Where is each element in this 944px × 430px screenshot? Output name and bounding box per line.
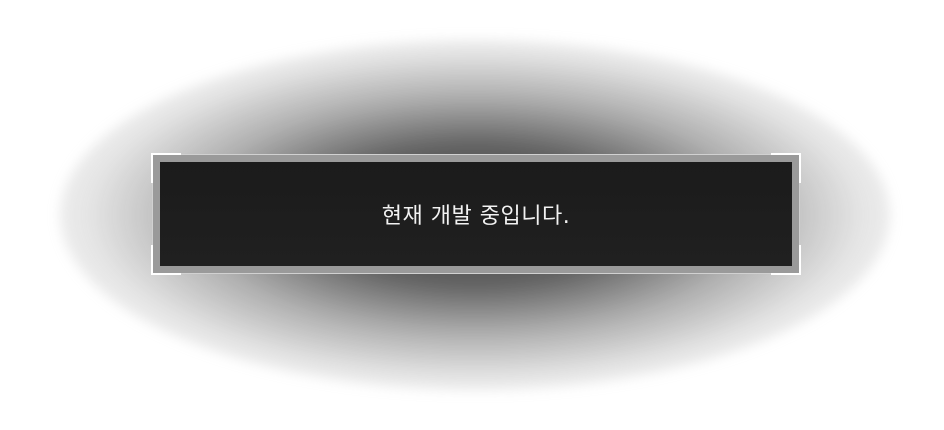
notice-dialog: 현재 개발 중입니다. (151, 153, 801, 275)
corner-bracket-top-right (771, 153, 801, 183)
corner-bracket-bottom-left (151, 245, 181, 275)
corner-bracket-bottom-right (771, 245, 801, 275)
dialog-message: 현재 개발 중입니다. (381, 204, 571, 229)
modal-overlay: 현재 개발 중입니다. (0, 0, 944, 430)
dialog-body: 현재 개발 중입니다. (160, 162, 792, 266)
corner-bracket-top-left (151, 153, 181, 183)
